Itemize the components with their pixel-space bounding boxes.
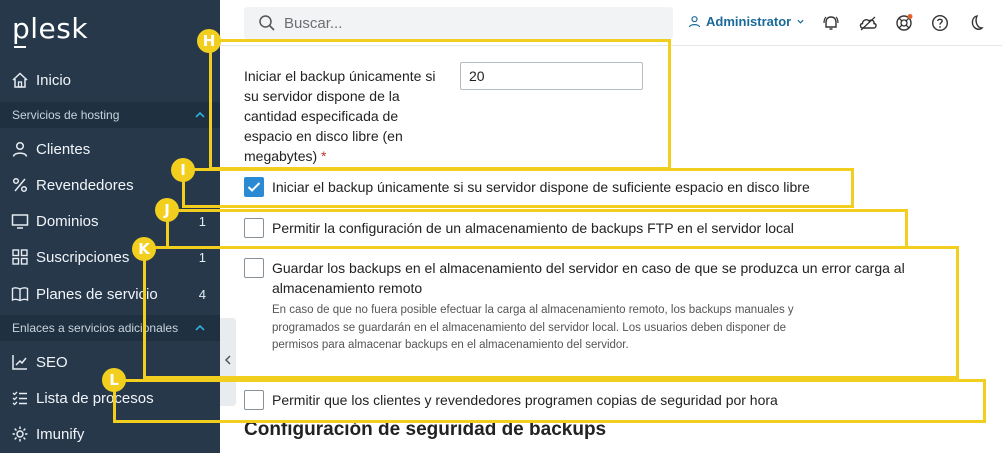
callout-marker-l: L [102, 368, 126, 392]
sidebar-item-dominios[interactable]: Dominios 1 [0, 203, 220, 239]
section-enlaces-adicionales[interactable]: Enlaces a servicios adicionales [0, 315, 220, 341]
chevron-up-icon [194, 108, 206, 126]
option-label: Permitir la configuración de un almacena… [272, 220, 794, 236]
sidebar-item-count: 4 [198, 286, 206, 302]
min-space-label: Iniciar el backup únicamente si su servi… [244, 66, 444, 166]
chevron-up-icon [194, 321, 206, 339]
min-space-label-text: Iniciar el backup únicamente si su servi… [244, 68, 436, 164]
cloud-icon[interactable] [858, 13, 878, 33]
checkmark-icon [247, 182, 261, 192]
search-icon [258, 14, 276, 32]
checkbox-ftp-local[interactable] [244, 218, 264, 238]
sidebar-item-label: Dominios [36, 212, 99, 230]
support-icon[interactable] [894, 13, 914, 33]
sidebar-item-planes[interactable]: Planes de servicio 4 [0, 276, 220, 312]
callout-marker-j: J [155, 198, 179, 222]
chevron-left-icon [224, 353, 232, 371]
section-label: Servicios de hosting [12, 108, 120, 122]
gear-icon [11, 425, 29, 443]
option-label: Iniciar el backup únicamente si su servi… [272, 179, 810, 195]
checkbox-hourly-backups[interactable] [244, 390, 264, 410]
sidebar-item-label: Clientes [36, 140, 91, 158]
sidebar-item-label: Imunify [36, 425, 85, 443]
sidebar-item-suscripciones[interactable]: Suscripciones 1 [0, 239, 220, 275]
search-box[interactable] [244, 7, 673, 39]
section-label: Enlaces a servicios adicionales [12, 321, 179, 335]
option-hint: En caso de que no fuera posible efectuar… [272, 304, 794, 351]
required-mark: * [321, 148, 327, 164]
sidebar-item-label: Planes de servicio [36, 285, 158, 303]
option-label: Guardar los backups en el almacenamiento… [272, 260, 905, 296]
logo-underline [14, 46, 26, 48]
sidebar-item-label: Suscripciones [36, 248, 130, 266]
chevron-down-icon [796, 17, 805, 26]
book-icon [11, 285, 29, 303]
checkbox-store-on-error[interactable] [244, 258, 264, 278]
option-label: Permitir que los clientes y revendedores… [272, 392, 778, 408]
monitor-icon [11, 212, 29, 230]
section-servicios-hosting[interactable]: Servicios de hosting [0, 102, 220, 128]
sidebar-item-imunify[interactable]: Imunify [0, 416, 220, 452]
callout-marker-k: K [132, 237, 156, 261]
sidebar-item-count: 1 [198, 249, 206, 265]
user-name: Administrator [706, 14, 792, 29]
sidebar-item-label: Inicio [36, 71, 72, 89]
sidebar-item-inicio[interactable]: Inicio [0, 62, 220, 98]
sidebar-item-label: Revendedores [36, 176, 134, 194]
section-title: Configuración de seguridad de backups [244, 419, 607, 440]
help-icon[interactable] [930, 13, 950, 33]
callout-marker-i: I [171, 158, 195, 182]
callout-marker-h: H [197, 29, 221, 53]
top-bar: Administrator [220, 0, 1002, 46]
sidebar-item-label: Lista de procesos [36, 389, 154, 407]
home-icon [11, 71, 29, 89]
user-menu[interactable]: Administrator [688, 14, 805, 29]
percent-icon [11, 176, 29, 194]
grid-icon [11, 248, 29, 266]
sidebar-item-count: 1 [198, 213, 206, 229]
user-icon [11, 140, 29, 158]
search-input[interactable] [284, 14, 644, 32]
sidebar-item-label: SEO [36, 353, 68, 371]
user-icon [688, 15, 701, 28]
checkbox-free-space[interactable] [244, 177, 264, 197]
dark-mode-icon[interactable] [965, 13, 985, 33]
list-icon [11, 389, 29, 407]
chart-icon [11, 353, 29, 371]
collapse-sidebar-button[interactable] [220, 318, 236, 406]
notifications-icon[interactable] [821, 13, 841, 33]
min-space-input[interactable] [460, 62, 643, 90]
plesk-logo[interactable]: plesk [12, 12, 88, 45]
